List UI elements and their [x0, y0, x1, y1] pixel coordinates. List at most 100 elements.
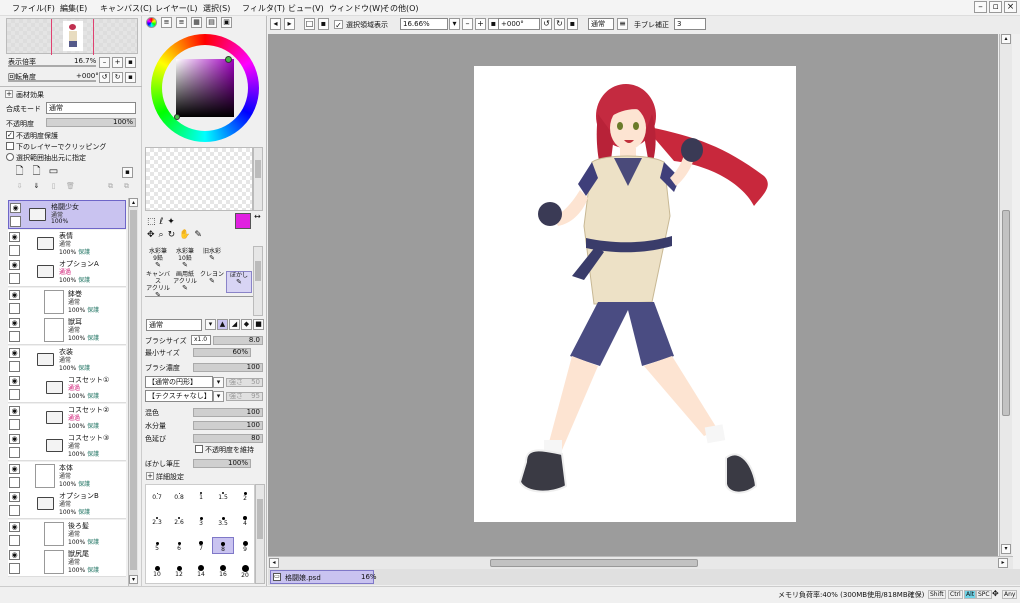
layer-row[interactable]: ◉ コスセット② 通過 100% 保護 — [8, 404, 126, 433]
zoom-tool-icon[interactable]: ⌕ — [159, 230, 168, 240]
stabilizer-field[interactable]: 3 — [674, 18, 706, 30]
paper-effect-expand-icon[interactable]: + — [5, 90, 13, 98]
clear-layer-icon[interactable]: ▯ — [48, 182, 59, 193]
brush-edge-soft-icon[interactable]: ◆ — [241, 319, 252, 330]
opacity-slider[interactable]: 100% — [46, 118, 136, 127]
menu-view[interactable]: ビュー(V) — [288, 3, 324, 14]
nav-rotate-right-button[interactable]: ↻ — [112, 72, 123, 83]
visibility-eye-icon[interactable]: ◉ — [9, 492, 20, 502]
scroll-up-icon[interactable]: ▴ — [1001, 34, 1011, 44]
layer-list-scrollbar[interactable]: ▴ ▾ — [128, 198, 138, 586]
scroll-left-icon[interactable]: ◂ — [269, 558, 279, 568]
layer-panel-menu-icon[interactable]: ▪ — [122, 167, 133, 178]
layer-lock-checkbox[interactable] — [9, 447, 20, 458]
document-tab[interactable]: ▭ 格闘娘.psd 16% — [270, 570, 377, 584]
minimize-button[interactable]: – — [974, 1, 987, 13]
texture-select[interactable]: 【テクスチャなし】 — [145, 390, 213, 402]
layer-row[interactable]: ◉ 本体 通常 100% 保護 — [8, 462, 126, 491]
blur-pressure-slider[interactable]: 100% — [193, 459, 251, 468]
navigator-preview[interactable] — [6, 18, 138, 55]
visibility-eye-icon[interactable]: ◉ — [9, 522, 20, 532]
hand-tool-icon[interactable]: ✋ — [179, 230, 194, 240]
menu-layer[interactable]: レイヤー(L) — [155, 3, 197, 14]
layer-row[interactable]: ◉ 鉢巻 通常 100% 保護 — [8, 288, 126, 317]
brush-size-preset[interactable]: 0.7 — [146, 487, 168, 504]
brush-blend-select[interactable]: 通常 — [146, 319, 202, 331]
scratchpad-scrollbar[interactable] — [253, 147, 263, 211]
hsv-slider-tab-icon[interactable]: ≡ — [176, 17, 187, 28]
layer-lock-checkbox[interactable] — [9, 535, 20, 546]
brush-size-preset[interactable]: 7 — [190, 537, 212, 554]
color-scratchpad[interactable] — [145, 147, 253, 211]
new-layer-icon[interactable]: 🗋 — [14, 167, 25, 178]
brush-size-preset[interactable]: 3 — [190, 512, 212, 529]
keep-opacity-checkbox[interactable] — [195, 445, 203, 453]
horizontal-scroll-thumb[interactable] — [490, 559, 698, 567]
brush-size-preset[interactable]: 16 — [212, 562, 234, 579]
rgb-slider-tab-icon[interactable]: ≡ — [161, 17, 172, 28]
size-presets-scrollbar[interactable] — [255, 484, 265, 584]
primary-color-swatch[interactable] — [235, 213, 251, 229]
layer-lock-checkbox[interactable] — [9, 477, 20, 488]
menu-canvas[interactable]: キャンバス(C) — [100, 3, 152, 14]
brush-tool-cell[interactable]: 旧水彩 ✎ — [199, 248, 225, 270]
selection-source-radio[interactable] — [6, 153, 14, 161]
layer-lock-checkbox[interactable] — [9, 389, 20, 400]
visibility-eye-icon[interactable]: ◉ — [10, 203, 21, 213]
layer-row[interactable]: ◉ コスセット③ 通常 100% 保護 — [8, 432, 126, 461]
layer-lock-checkbox[interactable] — [9, 505, 20, 516]
zoom-dropdown-icon[interactable]: ▾ — [449, 18, 460, 30]
blend-mode-select[interactable]: 通常 — [46, 102, 136, 114]
hue-ring[interactable] — [151, 34, 259, 142]
new-folder-icon[interactable]: ▭ — [48, 167, 59, 178]
brush-size-multiplier[interactable]: x1.0 — [191, 335, 211, 345]
layer-row[interactable]: ◉ 獣耳 通常 100% 保護 — [8, 316, 126, 345]
menu-select[interactable]: 選択(S) — [203, 3, 230, 14]
zoom-out-button[interactable]: – — [462, 18, 473, 30]
layer-row[interactable]: ◉ 格闘少女 通常 100% — [8, 200, 126, 229]
brush-size-preset[interactable]: 1 — [190, 487, 212, 504]
visibility-eye-icon[interactable]: ◉ — [9, 406, 20, 416]
deselect-button[interactable]: □ — [304, 18, 315, 30]
rotate-left-button[interactable]: ↺ — [541, 18, 552, 30]
brush-size-preset[interactable]: 2.3 — [146, 512, 168, 529]
brush-edge-flat-icon[interactable]: ■ — [253, 319, 264, 330]
hue-marker[interactable] — [225, 56, 232, 63]
brush-shape-select[interactable]: 【通常の円形】 — [145, 376, 213, 388]
vertical-scroll-thumb[interactable] — [1002, 210, 1010, 416]
brush-size-preset[interactable]: 4 — [234, 512, 256, 529]
rect-select-icon[interactable]: ⬚ — [147, 217, 160, 227]
swatches-tab-icon[interactable]: ▦ — [191, 17, 202, 28]
merge-down-icon[interactable]: ⇓ — [31, 182, 42, 193]
sv-marker[interactable] — [174, 114, 180, 120]
layer-lock-checkbox[interactable] — [10, 216, 21, 227]
flip-view-button[interactable]: ≡ — [617, 18, 628, 30]
undo-button[interactable]: ◂ — [270, 18, 281, 30]
nav-zoom-reset-button[interactable]: ▪ — [125, 57, 136, 68]
brush-tool-cell[interactable]: 水彩筆 10鉛 ✎ — [172, 248, 198, 270]
brush-size-slider[interactable]: 8.0 — [213, 336, 263, 345]
brush-size-preset[interactable]: 1.5 — [212, 487, 234, 504]
brush-size-preset[interactable]: 12 — [168, 562, 190, 579]
merge-selected-icon[interactable]: ⧉ — [121, 182, 132, 193]
scroll-right-icon[interactable]: ▸ — [998, 558, 1008, 568]
brush-edge-hard-icon[interactable]: ▲ — [217, 319, 228, 330]
layer-lock-checkbox[interactable] — [9, 303, 20, 314]
rotation-field[interactable]: +000° — [498, 18, 540, 30]
transfer-down-icon[interactable]: ⇩ — [14, 182, 25, 193]
zoom-field[interactable]: 16.66% — [400, 18, 448, 30]
mix-slider[interactable]: 100 — [193, 408, 263, 417]
brush-tool-cell[interactable]: 水彩筆 9鉛 ✎ — [145, 248, 171, 270]
lock-opacity-checkbox[interactable]: ✓ — [6, 131, 14, 139]
canvas-vertical-scrollbar[interactable]: ▴ ▾ — [999, 34, 1012, 556]
swap-colors-icon[interactable]: ↔ — [254, 212, 261, 221]
layer-row[interactable]: ◉ コスセット① 通過 100% 保護 — [8, 374, 126, 403]
eyedropper-icon[interactable]: ✎ — [194, 230, 206, 240]
brush-size-preset[interactable]: 2.6 — [168, 512, 190, 529]
view-mode-field[interactable]: 通常 — [588, 18, 614, 30]
menu-window[interactable]: ウィンドウ(W) — [329, 3, 383, 14]
texture-dropdown-icon[interactable]: ▾ — [213, 391, 224, 402]
brush-size-preset[interactable]: 9 — [234, 537, 256, 554]
layer-row[interactable]: ◉ 後ろ髪 通常 100% 保護 — [8, 520, 126, 549]
clipping-checkbox[interactable] — [6, 142, 14, 150]
